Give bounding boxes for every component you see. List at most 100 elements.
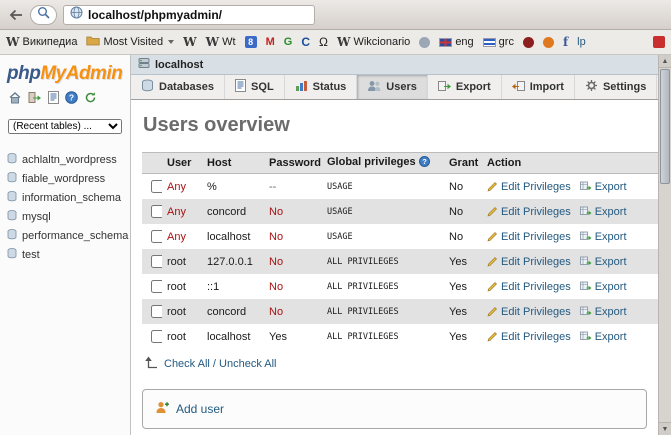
breadcrumb: localhost: [131, 55, 671, 75]
bookmark-g[interactable]: G: [284, 36, 293, 48]
main-panel: localhost Databases SQL Status Users Exp…: [131, 55, 671, 435]
grant-cell: Yes: [449, 255, 467, 268]
password-cell: No: [269, 255, 284, 268]
host-cell: ::1: [207, 280, 220, 293]
edit-privileges-link[interactable]: Edit Privileges: [501, 281, 571, 293]
tab-settings[interactable]: Settings: [575, 75, 658, 99]
row-checkbox[interactable]: [151, 305, 162, 318]
browser-navigation-bar: localhost/phpmyadmin/: [0, 0, 671, 30]
tab-import[interactable]: Import: [502, 75, 575, 99]
bookmark-f[interactable]: f: [563, 35, 568, 49]
table-row: Any localhost No USAGE No Edit Privilege…: [142, 224, 658, 249]
tab-users[interactable]: Users: [357, 75, 428, 99]
tab-export[interactable]: Export: [428, 75, 502, 99]
privileges-cell: ALL PRIVILEGES: [327, 256, 399, 267]
recent-tables-select[interactable]: (Recent tables) ...: [8, 119, 122, 134]
bookmark-8[interactable]: 8: [244, 36, 257, 48]
row-checkbox[interactable]: [151, 180, 162, 193]
home-icon[interactable]: [8, 91, 22, 104]
export-link[interactable]: Export: [595, 181, 627, 193]
sql-window-icon[interactable]: [48, 91, 59, 104]
edit-privileges-link[interactable]: Edit Privileges: [501, 331, 571, 343]
phpmyadmin-sidebar: phpMyAdmin ? (Recent tables) ... achlalt…: [0, 55, 131, 435]
database-name: fiable_wordpress: [22, 172, 106, 185]
scrollbar-thumb[interactable]: [660, 69, 670, 184]
database-icon: [7, 190, 17, 205]
bookmark-c[interactable]: C: [301, 35, 310, 49]
sidebar-item-fiable-wordpress[interactable]: fiable_wordpress: [7, 169, 126, 188]
bookmark-lp[interactable]: lp: [577, 36, 586, 48]
scroll-up-icon[interactable]: ▲: [659, 55, 671, 68]
refresh-icon[interactable]: [84, 91, 97, 104]
server-name[interactable]: localhost: [155, 59, 203, 71]
help-icon[interactable]: ?: [418, 156, 430, 170]
export-link[interactable]: Export: [595, 231, 627, 243]
phpmyadmin-logo[interactable]: phpMyAdmin: [7, 63, 126, 85]
logout-icon[interactable]: [28, 91, 42, 104]
bookmark-site[interactable]: [419, 36, 431, 48]
facebook-f-icon: f: [562, 35, 569, 49]
edit-privileges-link[interactable]: Edit Privileges: [501, 256, 571, 268]
folder-icon: [86, 35, 101, 49]
docs-icon[interactable]: ?: [65, 91, 78, 104]
bookmark-w[interactable]: W: [183, 36, 196, 48]
export-icon: [579, 256, 592, 267]
edit-privileges-link[interactable]: Edit Privileges: [501, 206, 571, 218]
edit-privileges-link[interactable]: Edit Privileges: [501, 306, 571, 318]
host-column-header: Host: [202, 152, 264, 174]
tab-label: Export: [455, 81, 491, 93]
export-link[interactable]: Export: [595, 281, 627, 293]
edit-privileges-link[interactable]: Edit Privileges: [501, 181, 571, 193]
sidebar-item-achlaltn-wordpress[interactable]: achlaltn_wordpress: [7, 150, 126, 169]
bookmark-wikcionario[interactable]: W Wikcionario: [337, 36, 410, 48]
export-link[interactable]: Export: [595, 331, 627, 343]
bookmark-grc[interactable]: grc: [482, 36, 514, 48]
back-icon[interactable]: [8, 8, 24, 22]
password-cell: --: [269, 180, 277, 193]
sidebar-icon-toolbar: ?: [8, 91, 126, 104]
action-column-header: Action: [482, 152, 658, 174]
orange-site-icon: [542, 36, 554, 48]
tab-status[interactable]: Status: [285, 75, 358, 99]
bookmark-wt[interactable]: W Wt: [206, 36, 236, 48]
tab-databases[interactable]: Databases: [131, 75, 226, 99]
blue-c-icon: C: [301, 35, 310, 49]
bookmark-most-visited[interactable]: Most Visited: [86, 35, 175, 49]
export-link[interactable]: Export: [595, 256, 627, 268]
bookmark-omega[interactable]: Ω: [319, 35, 328, 49]
add-user-link[interactable]: Add user: [176, 402, 224, 416]
bookmarks-bar: W Википедиа Most Visited W W Wt 8 M G C: [0, 30, 671, 55]
sidebar-item-test[interactable]: test: [7, 245, 126, 264]
check-all-link[interactable]: Check All / Uncheck All: [164, 358, 277, 370]
red-m-icon: M: [265, 36, 275, 48]
sidebar-item-mysql[interactable]: mysql: [7, 207, 126, 226]
tab-label: Users: [386, 81, 417, 93]
database-list: achlaltn_wordpress fiable_wordpress info…: [7, 150, 128, 264]
edit-privileges-link[interactable]: Edit Privileges: [501, 231, 571, 243]
row-checkbox[interactable]: [151, 230, 162, 243]
export-link[interactable]: Export: [595, 306, 627, 318]
row-checkbox[interactable]: [151, 205, 162, 218]
vertical-scrollbar[interactable]: ▲ ▼: [658, 55, 671, 435]
export-icon: [579, 281, 592, 292]
bookmark-m[interactable]: M: [266, 36, 275, 48]
sidebar-item-information-schema[interactable]: information_schema: [7, 188, 126, 207]
row-checkbox[interactable]: [151, 255, 162, 268]
bookmark-wikipedia[interactable]: W Википедиа: [6, 36, 77, 48]
tab-sql[interactable]: SQL: [225, 75, 285, 99]
row-checkbox[interactable]: [151, 330, 162, 343]
bookmark-orange[interactable]: [542, 36, 554, 48]
url-text[interactable]: localhost/phpmyadmin/: [88, 8, 222, 22]
search-button[interactable]: [30, 4, 57, 25]
url-bar[interactable]: localhost/phpmyadmin/: [63, 4, 315, 25]
bookmark-darkred[interactable]: [522, 36, 534, 48]
export-link[interactable]: Export: [595, 206, 627, 218]
row-checkbox[interactable]: [151, 280, 162, 293]
sidebar-item-performance-schema[interactable]: performance_schema: [7, 226, 128, 245]
scroll-down-icon[interactable]: ▼: [659, 422, 671, 435]
add-user-icon: [155, 401, 169, 417]
bookmark-eng[interactable]: eng: [439, 36, 474, 48]
bookmark-red-badge[interactable]: [653, 36, 665, 48]
app-area: phpMyAdmin ? (Recent tables) ... achlalt…: [0, 55, 671, 435]
databases-icon: [141, 79, 154, 95]
